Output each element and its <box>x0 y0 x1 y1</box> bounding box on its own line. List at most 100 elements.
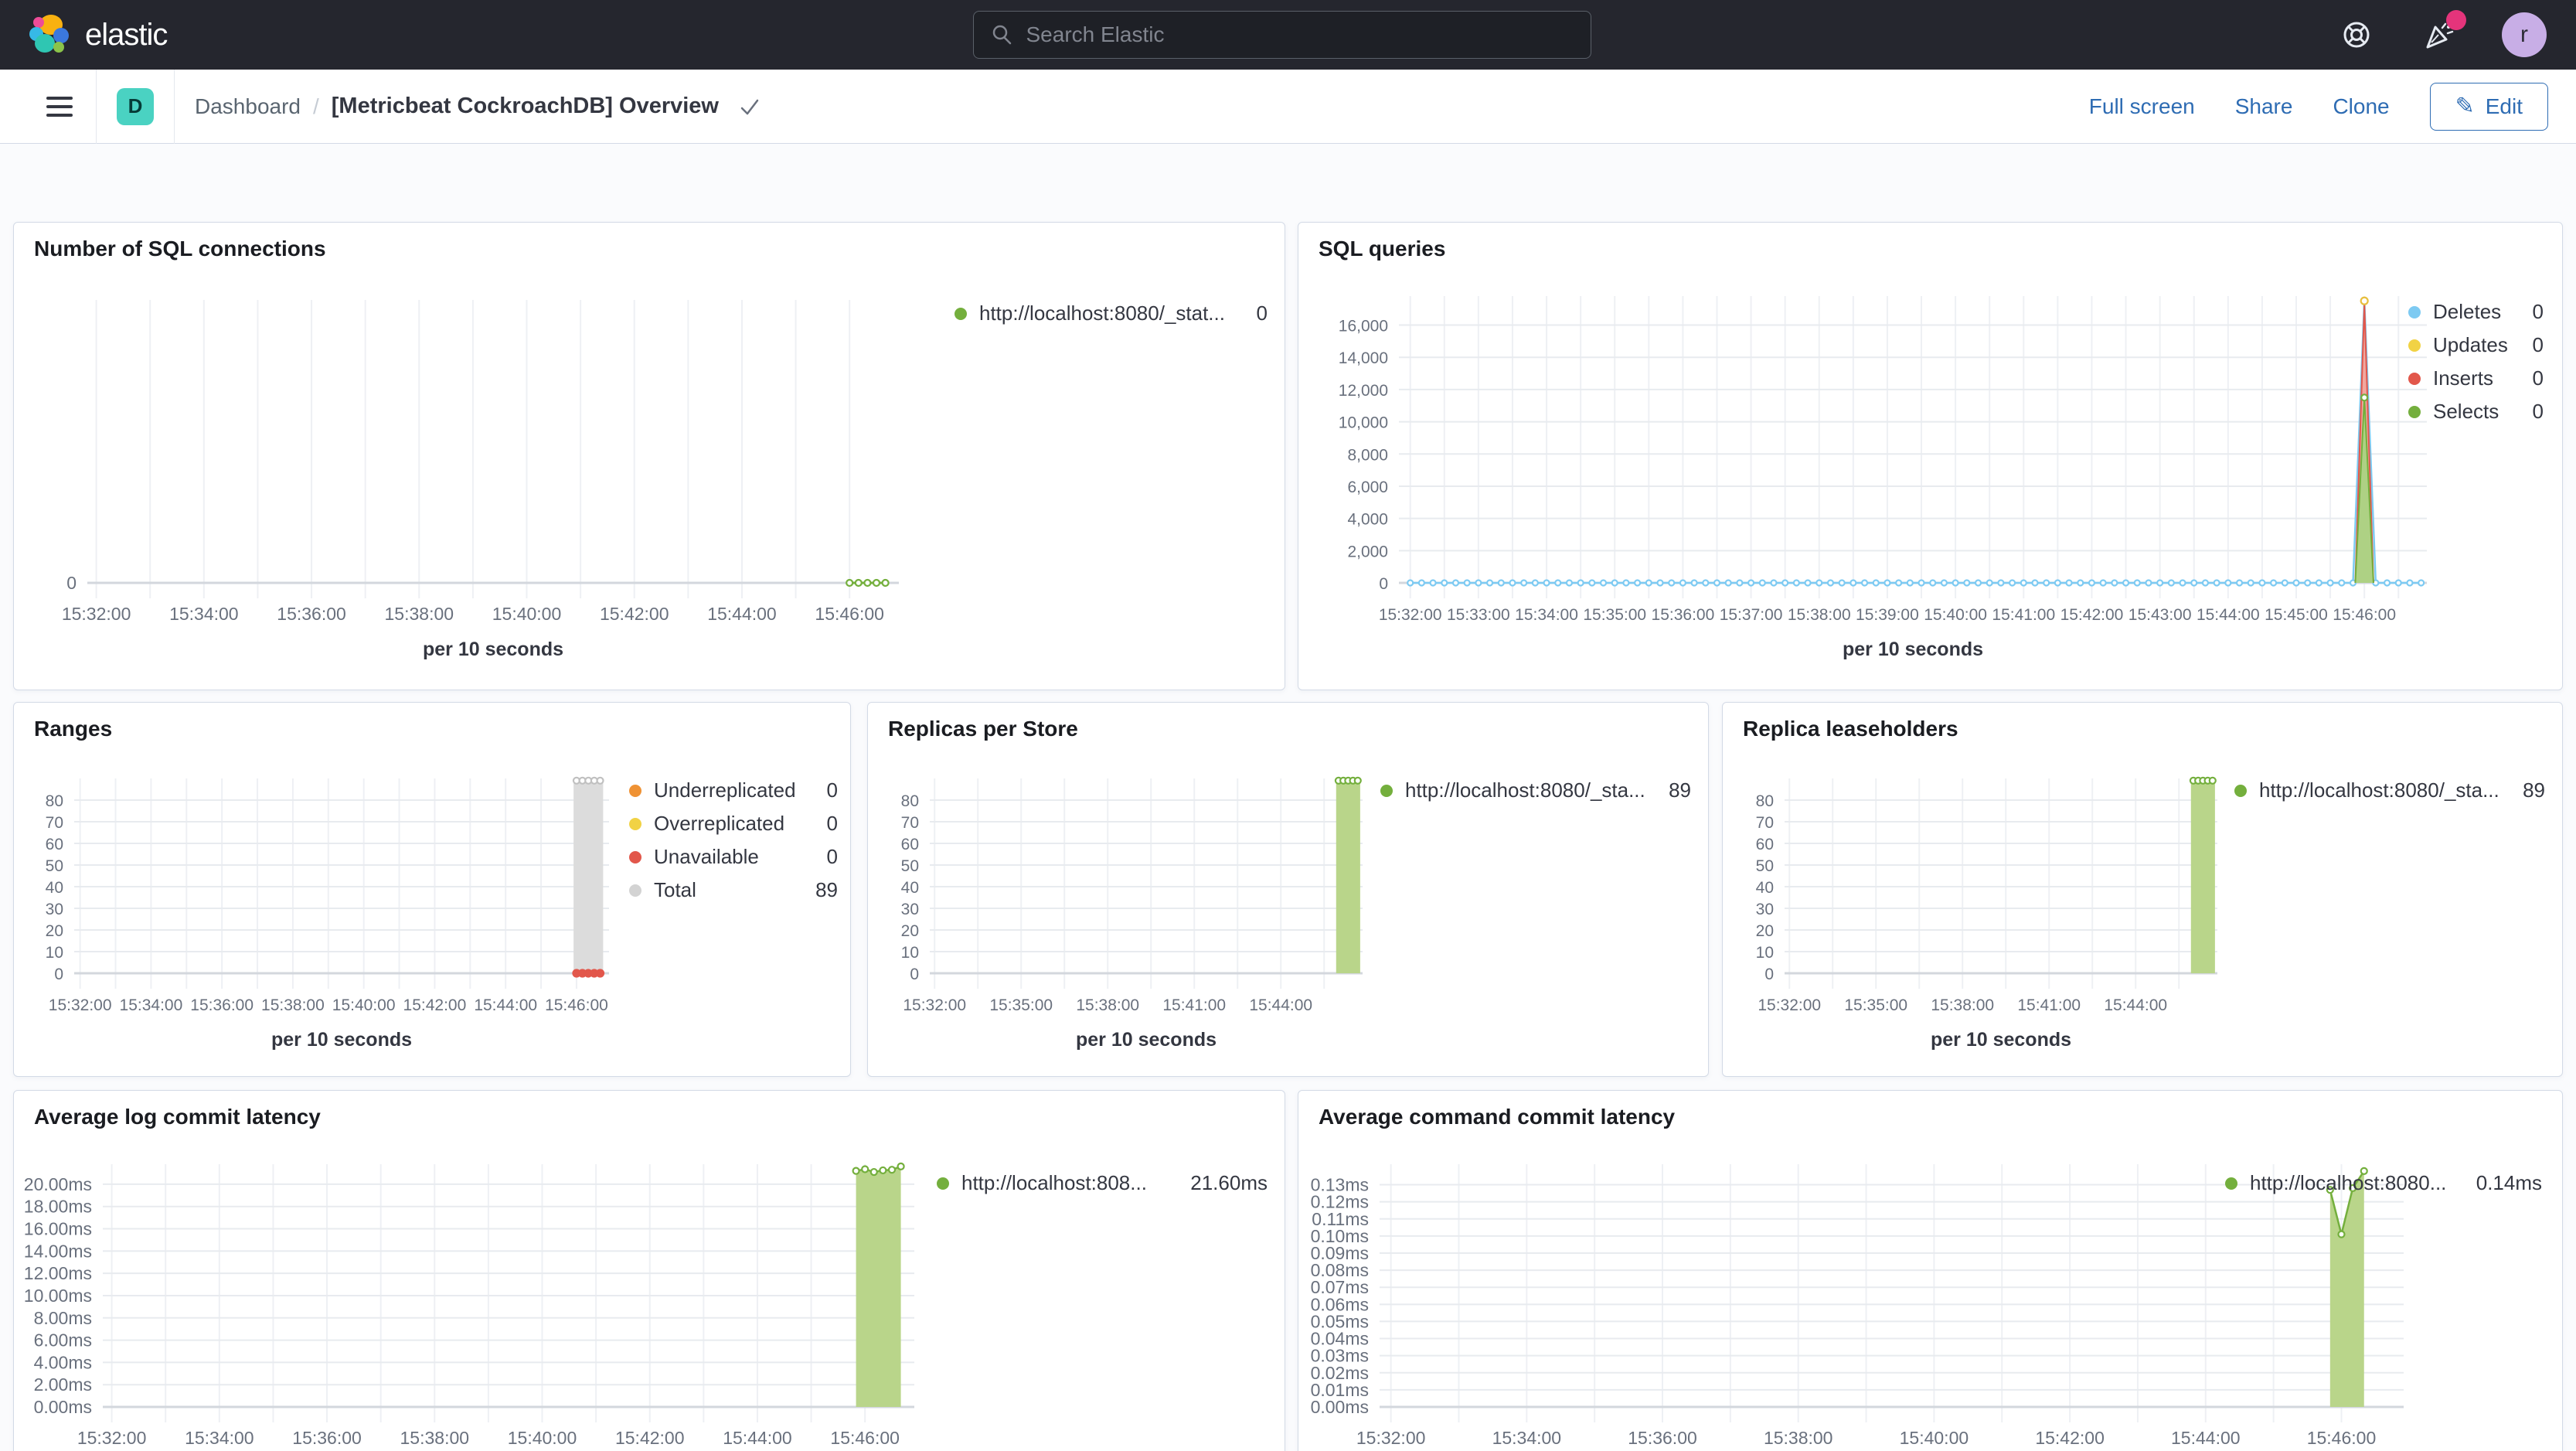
panel-replicas-per-store: Replicas per Store 15:32:00 15:35:00 15:38… <box>867 702 1709 1077</box>
chart-canvas[interactable]: 15:32:00 15:34:00 15:36:00 15:38:00 15:40:00… <box>14 1091 1285 1451</box>
svg-text:15:32:00: 15:32:00 <box>903 996 966 1014</box>
svg-text:15:44:00: 15:44:00 <box>1249 996 1312 1014</box>
legend-series-dot <box>629 850 641 863</box>
svg-text:15:44:00: 15:44:00 <box>2171 1428 2241 1448</box>
chart-canvas[interactable]: 15:32:00 15:35:00 15:38:00 15:41:00 15:44:00… <box>868 703 1708 1076</box>
whats-new-button[interactable] <box>2418 10 2466 56</box>
panel-number-of-sql-connections: Number of SQL connections 15:32:00 15:34:… <box>13 222 1285 690</box>
user-avatar[interactable]: r <box>2502 12 2547 57</box>
svg-text:20: 20 <box>901 922 919 940</box>
elastic-home-link[interactable]: elastic <box>29 13 168 57</box>
title-check-icon[interactable] <box>737 94 762 119</box>
svg-text:15:44:00: 15:44:00 <box>474 996 537 1014</box>
legend-item[interactable]: http://localhost:8080/_stat... 0 <box>955 301 1268 325</box>
svg-text:per 10 seconds: per 10 seconds <box>1076 1029 1217 1051</box>
help-button[interactable] <box>2335 13 2378 56</box>
legend-item[interactable]: http://localhost:808... 21.60ms <box>937 1171 1268 1195</box>
legend-series-value: 0 <box>1256 301 1268 325</box>
panel-ranges: Ranges 15:32:00 15:34:00 15:36:00 15:38:00 1… <box>13 702 851 1077</box>
svg-text:15:44:00: 15:44:00 <box>2104 996 2167 1014</box>
svg-text:6.00ms: 6.00ms <box>34 1330 92 1351</box>
chart-replica-leaseholders[interactable]: 15:32:00 15:35:00 15:38:00 15:41:00 15:44:00… <box>1723 703 2562 1076</box>
svg-text:10: 10 <box>46 944 63 962</box>
space-badge[interactable]: D <box>117 87 154 125</box>
page-title[interactable]: [Metricbeat CockroachDB] Overview <box>332 94 719 119</box>
chart-replicas-per-store[interactable]: 15:32:00 15:35:00 15:38:00 15:41:00 15:44:00… <box>868 703 1708 1076</box>
svg-text:20: 20 <box>46 922 63 940</box>
chart-legend: http://localhost:8080/_stat... 0 <box>955 301 1268 325</box>
legend-item[interactable]: http://localhost:8080... 0.14ms <box>2225 1171 2542 1195</box>
svg-text:15:35:00: 15:35:00 <box>1844 996 1907 1014</box>
svg-text:15:36:00: 15:36:00 <box>292 1428 362 1448</box>
svg-text:per 10 seconds: per 10 seconds <box>271 1029 412 1051</box>
svg-text:12.00ms: 12.00ms <box>24 1263 92 1283</box>
panel-sql-queries: SQL queries 15:32:00 15:33:00 15:34:00 15:3… <box>1298 222 2563 690</box>
svg-text:18.00ms: 18.00ms <box>24 1197 92 1217</box>
svg-text:0.10ms: 0.10ms <box>1311 1226 1369 1246</box>
chart-canvas[interactable]: 15:32:00 15:34:00 15:36:00 15:38:00 15:40:00… <box>14 223 1285 690</box>
breadcrumb: Dashboard / [Metricbeat CockroachDB] Ove… <box>195 94 762 119</box>
svg-text:0.00ms: 0.00ms <box>34 1397 92 1417</box>
legend-series-dot <box>629 884 641 897</box>
legend-item[interactable]: Inserts 0 <box>2408 366 2544 390</box>
divider <box>174 69 175 144</box>
legend-item[interactable]: Total 89 <box>629 878 838 902</box>
share-button[interactable]: Share <box>2235 94 2293 119</box>
legend-item[interactable]: Deletes 0 <box>2408 300 2544 324</box>
legend-series-dot <box>955 307 967 320</box>
legend-series-value: 0.14ms <box>2476 1171 2542 1194</box>
svg-text:12,000: 12,000 <box>1339 382 1388 400</box>
svg-text:15:38:00: 15:38:00 <box>1764 1428 1833 1448</box>
svg-text:15:38:00: 15:38:00 <box>1931 996 1994 1014</box>
legend-item[interactable]: Unavailable 0 <box>629 845 838 869</box>
svg-text:15:36:00: 15:36:00 <box>277 604 346 624</box>
clone-button[interactable]: Clone <box>2333 94 2389 119</box>
svg-text:15:33:00: 15:33:00 <box>1447 606 1510 624</box>
legend-series-value: 89 <box>2523 778 2545 802</box>
chart-legend: http://localhost:808... 21.60ms <box>937 1171 1268 1195</box>
svg-text:40: 40 <box>46 879 63 897</box>
navbar-right-controls: r <box>2335 10 2547 57</box>
legend-item[interactable]: http://localhost:8080/_sta... 89 <box>2234 778 2545 802</box>
chart-canvas[interactable]: 15:32:00 15:33:00 15:34:00 15:35:00 15:36:00… <box>1298 223 2562 690</box>
legend-item[interactable]: Overreplicated 0 <box>629 812 838 836</box>
svg-text:15:32:00: 15:32:00 <box>1758 996 1821 1014</box>
chart-average-log-commit-latency[interactable]: 15:32:00 15:34:00 15:36:00 15:38:00 15:40:00… <box>14 1091 1285 1451</box>
svg-text:15:34:00: 15:34:00 <box>1515 606 1578 624</box>
svg-text:60: 60 <box>1756 836 1774 853</box>
legend-item[interactable]: Underreplicated 0 <box>629 778 838 802</box>
svg-text:15:34:00: 15:34:00 <box>1492 1428 1562 1448</box>
chart-canvas[interactable]: 15:32:00 15:35:00 15:38:00 15:41:00 15:44:00… <box>1723 703 2562 1076</box>
svg-text:8.00ms: 8.00ms <box>34 1308 92 1328</box>
svg-text:0.07ms: 0.07ms <box>1311 1277 1369 1297</box>
svg-text:15:38:00: 15:38:00 <box>261 996 325 1014</box>
chart-number-of-sql-connections[interactable]: 15:32:00 15:34:00 15:36:00 15:38:00 15:40:00… <box>14 223 1285 690</box>
svg-text:15:41:00: 15:41:00 <box>1162 996 1226 1014</box>
svg-text:0.02ms: 0.02ms <box>1311 1363 1369 1383</box>
search-input[interactable] <box>1026 22 1574 47</box>
svg-text:60: 60 <box>901 836 919 853</box>
global-search[interactable] <box>972 11 1591 59</box>
svg-text:20: 20 <box>1756 922 1774 940</box>
chart-canvas[interactable]: 15:32:00 15:34:00 15:36:00 15:38:00 15:40:00… <box>1298 1091 2562 1451</box>
svg-text:15:35:00: 15:35:00 <box>1583 606 1646 624</box>
menu-hamburger-button[interactable] <box>46 96 73 117</box>
full-screen-button[interactable]: Full screen <box>2089 94 2195 119</box>
chart-average-command-commit-latency[interactable]: 15:32:00 15:34:00 15:36:00 15:38:00 15:40:00… <box>1298 1091 2562 1451</box>
svg-text:15:46:00: 15:46:00 <box>2307 1428 2377 1448</box>
svg-text:20.00ms: 20.00ms <box>24 1174 92 1194</box>
legend-item[interactable]: http://localhost:8080/_sta... 89 <box>1380 778 1691 802</box>
breadcrumb-dashboard-link[interactable]: Dashboard <box>195 94 301 119</box>
svg-text:16.00ms: 16.00ms <box>24 1219 92 1239</box>
legend-item[interactable]: Updates 0 <box>2408 333 2544 357</box>
elastic-logo-icon <box>29 13 70 57</box>
legend-series-label: Overreplicated <box>654 812 785 835</box>
legend-series-label: Unavailable <box>654 845 759 868</box>
svg-text:15:45:00: 15:45:00 <box>2265 606 2328 624</box>
edit-button[interactable]: ✎ Edit <box>2429 82 2548 131</box>
legend-series-value: 21.60ms <box>1190 1171 1268 1194</box>
legend-item[interactable]: Selects 0 <box>2408 400 2544 424</box>
svg-text:15:44:00: 15:44:00 <box>2197 606 2260 624</box>
svg-text:15:40:00: 15:40:00 <box>332 996 396 1014</box>
chart-sql-queries[interactable]: 15:32:00 15:33:00 15:34:00 15:35:00 15:36:00… <box>1298 223 2562 690</box>
